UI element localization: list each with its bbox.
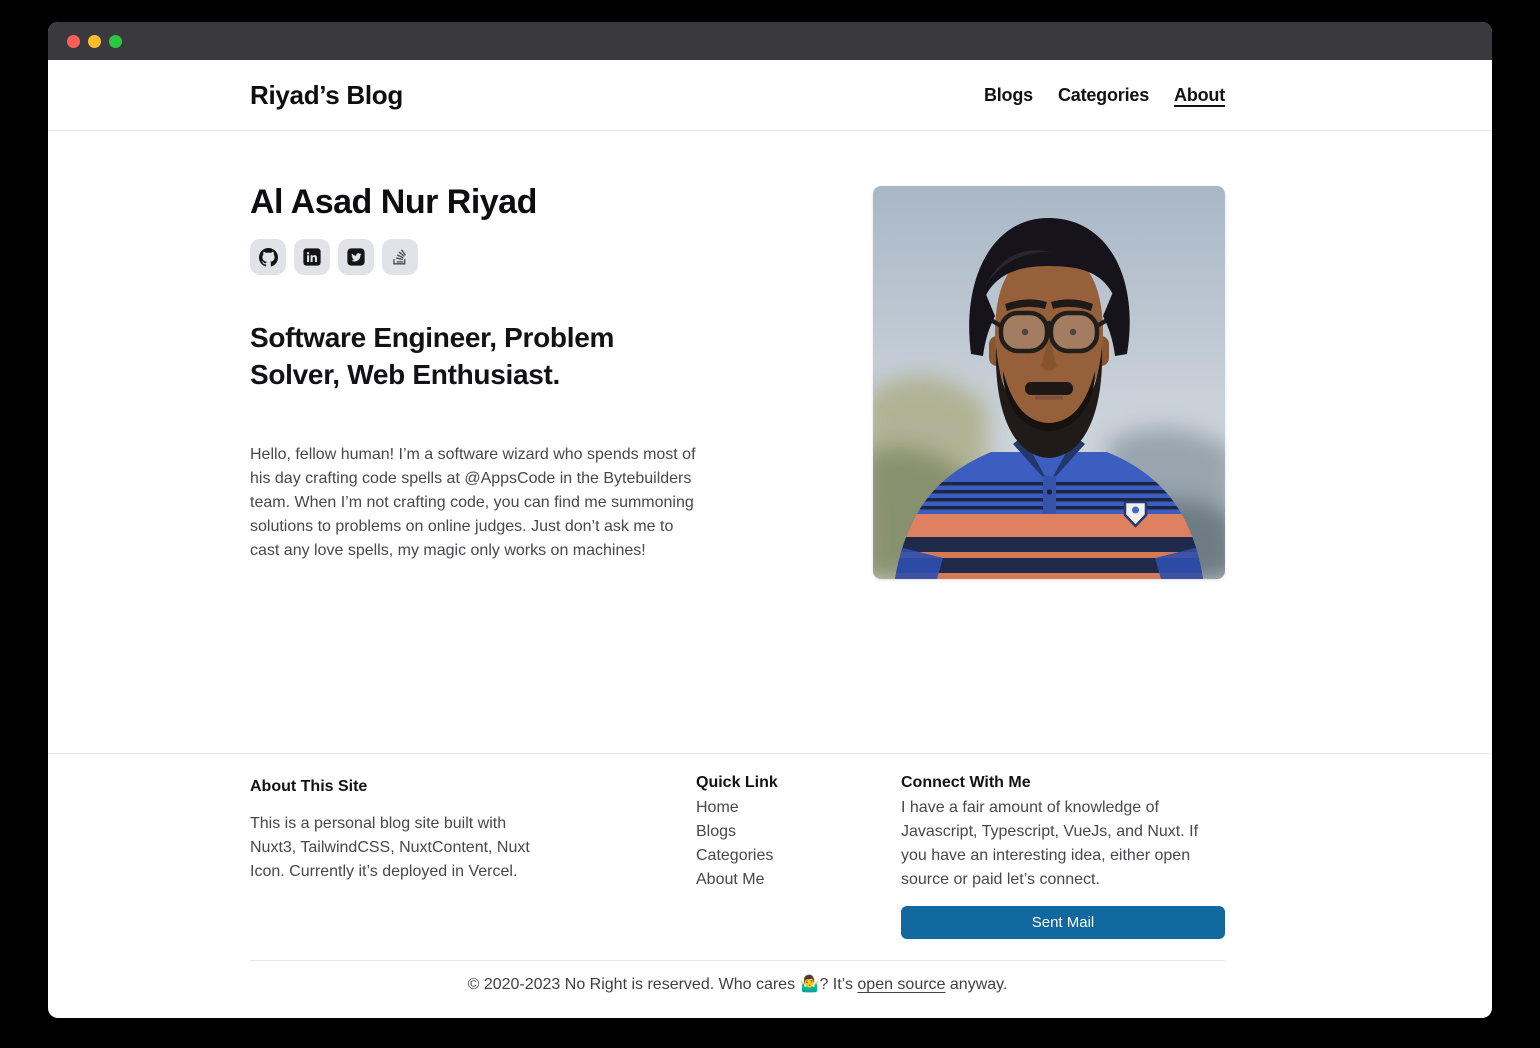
footer-link-categories[interactable]: Categories (696, 844, 866, 868)
about-section: Al Asad Nur Riyad (48, 131, 1492, 753)
footer-quicklinks-title: Quick Link (696, 774, 866, 792)
profile-photo (873, 186, 1225, 579)
main-nav: Blogs Categories About (984, 85, 1225, 106)
browser-window: Riyad’s Blog Blogs Categories About Al A… (48, 22, 1492, 1018)
site-brand-link[interactable]: Riyad’s Blog (250, 80, 403, 111)
footer-link-blogs[interactable]: Blogs (696, 820, 866, 844)
footer-connect-text: I have a fair amount of knowledge of Jav… (901, 796, 1225, 892)
close-window-button[interactable] (67, 35, 80, 48)
footer-about-title: About This Site (250, 778, 550, 796)
linkedin-icon (303, 248, 321, 266)
site-header: Riyad’s Blog Blogs Categories About (48, 60, 1492, 131)
twitter-icon (347, 248, 365, 266)
nav-item-about[interactable]: About (1174, 85, 1225, 106)
maximize-window-button[interactable] (109, 35, 122, 48)
social-links (250, 239, 418, 275)
sent-mail-button[interactable]: Sent Mail (901, 906, 1225, 939)
hero-bio: Hello, fellow human! I’m a software wiza… (250, 443, 698, 563)
window-titlebar (48, 22, 1492, 60)
footer-link-about-me[interactable]: About Me (696, 868, 866, 892)
nav-item-categories[interactable]: Categories (1058, 85, 1149, 106)
twitter-link-button[interactable] (338, 239, 374, 275)
footer-quicklinks-column: Quick Link Home Blogs Categories About M… (696, 774, 866, 892)
footer-about-column: About This Site This is a personal blog … (250, 778, 550, 884)
hero-tagline: Software Engineer, Problem Solver, Web E… (250, 319, 682, 393)
footer-link-home[interactable]: Home (696, 796, 866, 820)
stackoverflow-link-button[interactable] (382, 239, 418, 275)
page-title: Al Asad Nur Riyad (250, 183, 537, 222)
footer-divider (250, 960, 1225, 961)
github-icon (259, 248, 278, 267)
open-source-link[interactable]: open source (857, 976, 945, 993)
copyright-text: © 2020-2023 No Right is reserved. Who ca… (250, 974, 1225, 994)
footer-connect-column: Connect With Me I have a fair amount of … (901, 774, 1225, 939)
minimize-window-button[interactable] (88, 35, 101, 48)
footer-connect-title: Connect With Me (901, 774, 1225, 792)
nav-item-blogs[interactable]: Blogs (984, 85, 1033, 106)
site-footer: About This Site This is a personal blog … (48, 753, 1492, 1018)
footer-about-text: This is a personal blog site built with … (250, 812, 550, 884)
github-link-button[interactable] (250, 239, 286, 275)
linkedin-link-button[interactable] (294, 239, 330, 275)
stackoverflow-icon (391, 248, 409, 266)
